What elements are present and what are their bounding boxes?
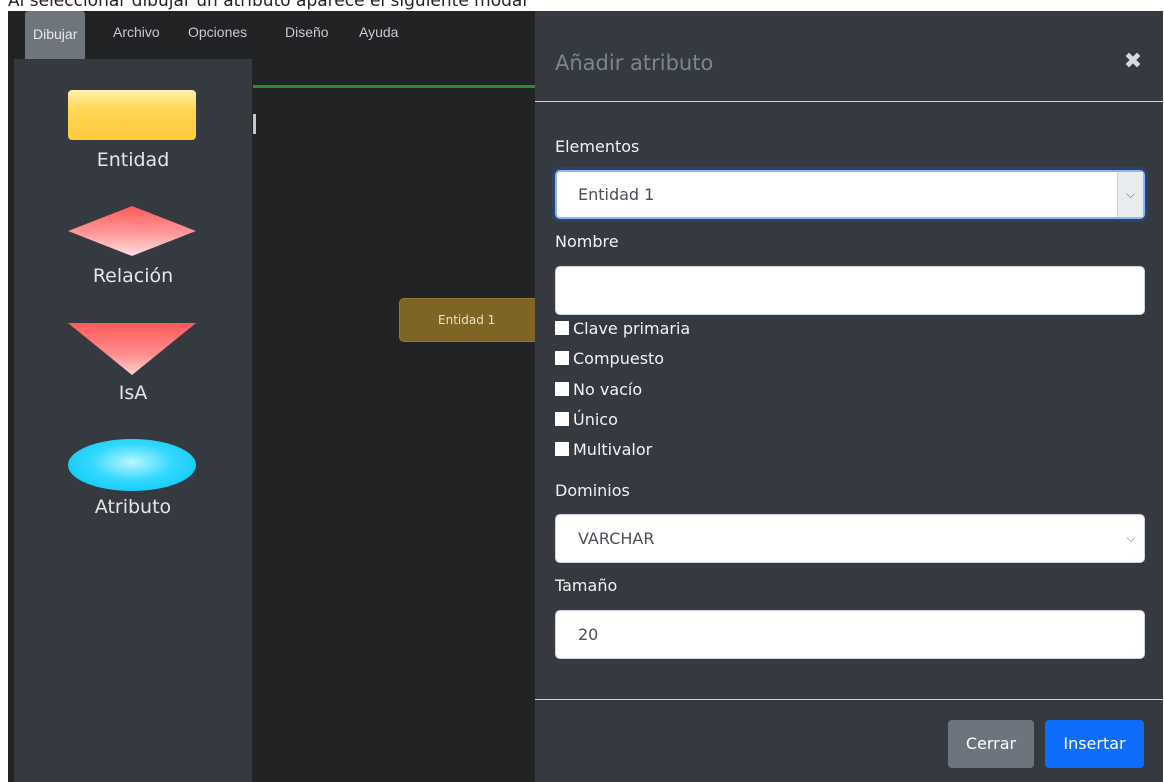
- palette-label-relacion: Relación: [92, 265, 174, 287]
- add-attribute-modal: Añadir atributo ✖ Elementos Entidad 1 ⌵ …: [535, 11, 1163, 782]
- canvas-top-border: [253, 85, 553, 88]
- dominios-select[interactable]: VARCHAR ⌵: [555, 514, 1145, 563]
- insertar-button[interactable]: Insertar: [1045, 720, 1144, 768]
- chevron-down-icon: ⌵: [1126, 531, 1136, 545]
- nombre-label: Nombre: [555, 232, 619, 251]
- relation-diamond-icon[interactable]: [68, 206, 196, 256]
- elementos-select[interactable]: Entidad 1 ⌵: [555, 170, 1145, 219]
- shape-palette: Entidad Relación IsA Atributo: [14, 59, 252, 782]
- no-vacio-checkbox[interactable]: No vacío: [555, 379, 642, 401]
- canvas-entity-node[interactable]: Entidad 1: [399, 298, 539, 342]
- diagram-editor-app: Dibujar Archivo Opciones Diseño Ayuda En…: [8, 11, 1163, 782]
- menu-archivo[interactable]: Archivo: [108, 18, 165, 46]
- nombre-input[interactable]: [555, 266, 1145, 315]
- elementos-select-value: Entidad 1: [578, 185, 655, 204]
- entity-rectangle-icon[interactable]: [68, 90, 196, 140]
- unico-checkbox[interactable]: Único: [555, 409, 618, 431]
- palette-label-atributo: Atributo: [94, 496, 172, 518]
- menu-dibujar[interactable]: Dibujar: [25, 11, 86, 59]
- checkbox-box[interactable]: [555, 321, 569, 335]
- modal-title: Añadir atributo: [555, 51, 714, 75]
- clave-primaria-checkbox[interactable]: Clave primaria: [555, 318, 690, 340]
- checkbox-box[interactable]: [555, 412, 569, 426]
- checkbox-label: No vacío: [573, 380, 643, 399]
- checkbox-box[interactable]: [555, 442, 569, 456]
- dominios-select-value: VARCHAR: [578, 529, 655, 548]
- multivalor-checkbox[interactable]: Multivalor: [555, 439, 652, 461]
- checkbox-label: Único: [573, 410, 618, 429]
- compuesto-checkbox[interactable]: Compuesto: [555, 348, 664, 370]
- page-caption: Al seleccionar dibujar un atributo apare…: [8, 0, 528, 11]
- modal-footer-divider: [535, 699, 1163, 700]
- checkbox-box[interactable]: [555, 382, 569, 396]
- cerrar-button[interactable]: Cerrar: [948, 720, 1034, 768]
- attribute-ellipse-icon[interactable]: [68, 439, 196, 491]
- checkbox-label: Compuesto: [573, 349, 665, 368]
- menu-ayuda[interactable]: Ayuda: [354, 18, 403, 46]
- palette-label-isa: IsA: [118, 382, 148, 404]
- checkbox-label: Multivalor: [573, 440, 653, 459]
- menu-opciones[interactable]: Opciones: [183, 18, 252, 46]
- tamano-input[interactable]: 20: [555, 610, 1145, 659]
- close-icon[interactable]: ✖: [1121, 49, 1145, 75]
- checkbox-label: Clave primaria: [573, 319, 691, 338]
- chevron-down-icon: ⌵: [1117, 172, 1143, 217]
- isa-triangle-icon[interactable]: [68, 323, 196, 375]
- tamano-label: Tamaño: [555, 576, 618, 595]
- dominios-label: Dominios: [555, 481, 630, 500]
- palette-label-entidad: Entidad: [96, 149, 170, 171]
- canvas-cursor: [253, 114, 256, 134]
- elementos-label: Elementos: [555, 137, 640, 156]
- modal-header-divider: [535, 101, 1163, 102]
- menu-diseno[interactable]: Diseño: [280, 18, 334, 46]
- checkbox-box[interactable]: [555, 351, 569, 365]
